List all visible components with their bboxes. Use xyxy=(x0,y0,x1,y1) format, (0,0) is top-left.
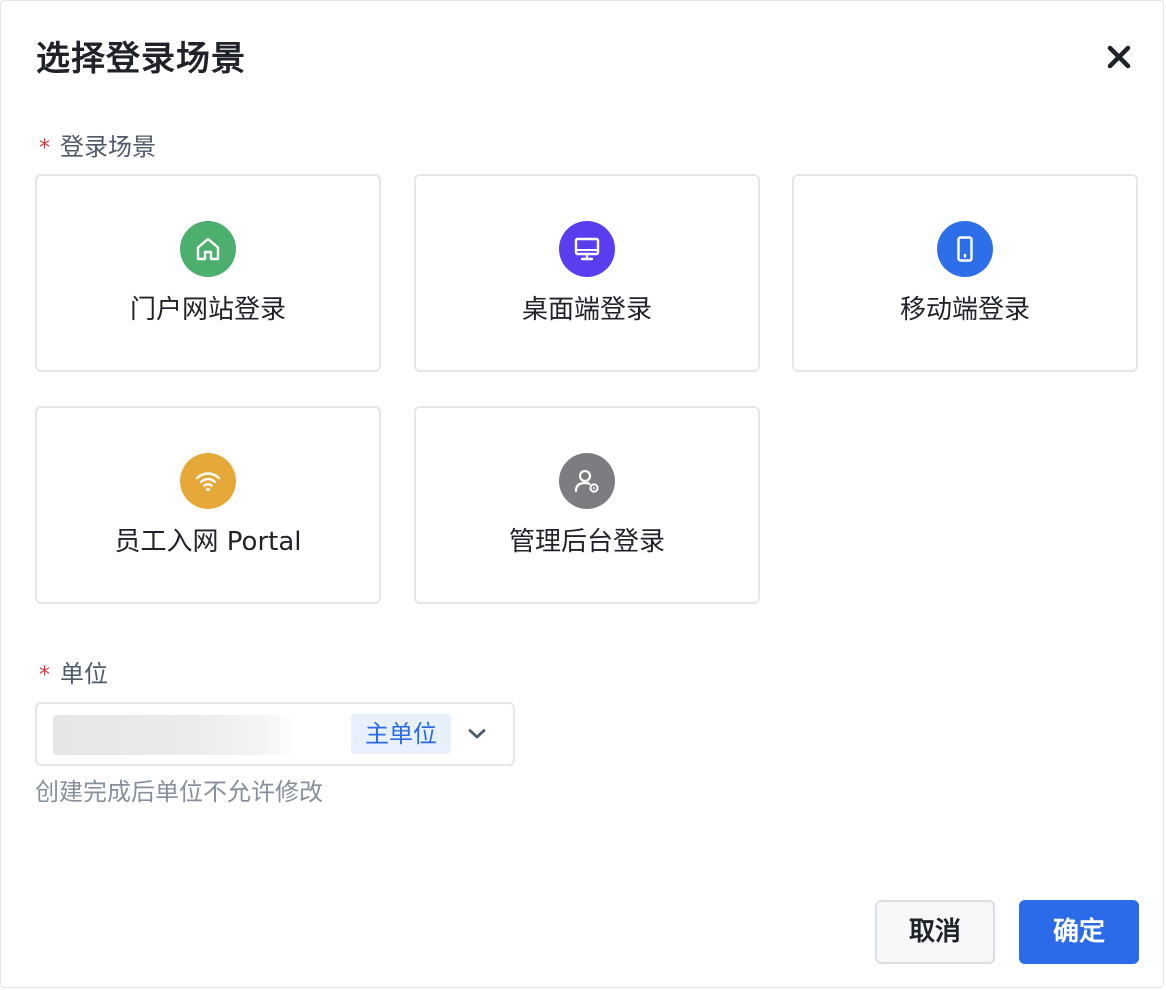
scene-card-mobile[interactable]: 移动端登录 xyxy=(792,174,1138,372)
dialog-title: 选择登录场景 xyxy=(36,39,246,79)
scene-card-label: 桌面端登录 xyxy=(521,295,652,325)
unit-value-redacted xyxy=(53,715,297,755)
scene-label-text: 登录场景 xyxy=(60,133,156,161)
cancel-button[interactable]: 取消 xyxy=(875,900,995,964)
scene-card-employee-portal[interactable]: 员工入网 Portal xyxy=(35,406,381,604)
scene-card-label: 员工入网 Portal xyxy=(114,527,302,557)
unit-field-label: * 单位 xyxy=(39,658,108,692)
scene-card-admin-console[interactable]: 管理后台登录 xyxy=(414,406,760,604)
scene-card-desktop[interactable]: 桌面端登录 xyxy=(414,174,760,372)
chevron-down-icon[interactable] xyxy=(465,722,489,746)
main-unit-tag: 主单位 xyxy=(351,714,451,754)
required-mark: * xyxy=(39,663,50,688)
home-icon xyxy=(180,221,236,277)
unit-label-text: 单位 xyxy=(60,660,108,688)
monitor-icon xyxy=(559,221,615,277)
wifi-icon xyxy=(180,453,236,509)
scene-card-label: 门户网站登录 xyxy=(129,295,286,325)
scene-field-label: * 登录场景 xyxy=(39,131,156,165)
close-button[interactable] xyxy=(1101,39,1137,75)
scene-card-portal-website[interactable]: 门户网站登录 xyxy=(35,174,381,372)
unit-select[interactable]: 主单位 xyxy=(35,702,515,766)
required-mark: * xyxy=(39,136,50,161)
mobile-icon xyxy=(937,221,993,277)
login-scene-dialog: 选择登录场景 * 登录场景 门户网站登录 桌面端登录 移动端登录 员工入网 Po… xyxy=(0,0,1164,988)
scene-card-label: 管理后台登录 xyxy=(508,527,665,557)
unit-hint: 创建完成后单位不允许修改 xyxy=(35,778,323,806)
user-settings-icon xyxy=(559,453,615,509)
close-icon xyxy=(1107,45,1131,69)
confirm-button[interactable]: 确定 xyxy=(1019,900,1139,964)
scene-card-label: 移动端登录 xyxy=(899,295,1030,325)
